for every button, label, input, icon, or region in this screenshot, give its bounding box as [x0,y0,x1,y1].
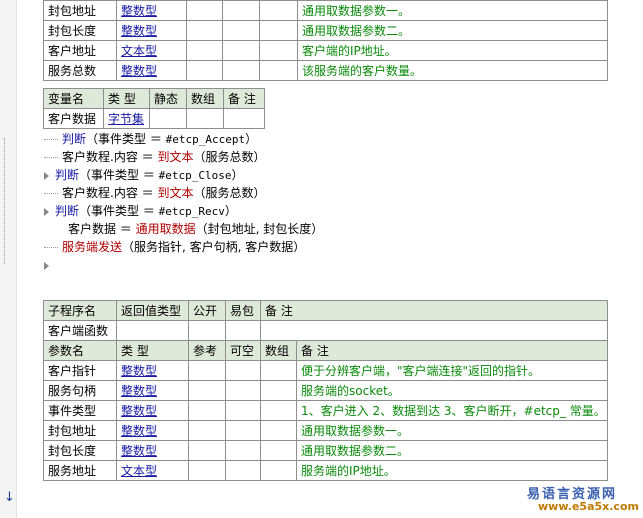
param-remark: 通用取数据参数一。 [297,0,608,21]
param-type[interactable]: 整数型 [116,360,189,381]
keyword-judge[interactable]: 判断 [62,132,86,146]
table-row: 事件类型 整数型 1、客户进入 2、数据到达 3、客户断开，#etcp_ 常量。 [43,400,608,421]
code-line[interactable]: 客户数程.内容 ＝ 到文本（服务总数） [44,148,604,166]
table-row: 服务句柄 整数型 服务端的socket。 [43,380,608,401]
watermark-url: www.e5a5x.com [538,500,639,513]
col-header: 类 型 [103,88,150,109]
col-header: 数组 [186,88,224,109]
param-remark: 服务端的IP地址。 [296,460,608,481]
param-remark: 客户端的IP地址。 [297,40,608,61]
param-type[interactable]: 整数型 [116,400,189,421]
col-header: 易包 [225,300,261,321]
param-remark: 1、客户进入 2、数据到达 3、客户断开，#etcp_ 常量。 [296,400,608,421]
flow-connector [44,247,58,248]
col-header: 备 注 [260,300,608,321]
col-header: 数组 [260,340,297,361]
code-line[interactable]: 判断（事件类型 ＝ #etcp_Close） [44,166,604,184]
table-row: 客户端函数 [43,320,608,341]
top-params-table: 封包地址 整数型 通用取数据参数一。 封包长度 整数型 通用取数据参数二。 客户… [43,0,608,81]
table-row: 封包地址 整数型 通用取数据参数一。 [43,420,608,441]
param-type[interactable]: 整数型 [116,60,187,81]
param-type[interactable]: 整数型 [116,20,187,41]
param-name: 服务总数 [43,60,117,81]
flow-guide-line [4,138,6,264]
table-row: 客户地址 文本型 客户端的IP地址。 [43,40,608,61]
col-header: 参考 [188,340,226,361]
param-remark: 通用取数据参数一。 [296,420,608,441]
param-remark: 通用取数据参数二。 [296,440,608,461]
table-row: 服务总数 整数型 该服务端的客户数量。 [43,60,608,81]
col-header: 参数名 [43,340,117,361]
col-header: 备 注 [296,340,608,361]
subroutine-table: 子程序名 返回值类型 公开 易包 备 注 客户端函数 参数名 类 型 参考 可空… [43,300,608,481]
param-type[interactable]: 文本型 [116,460,189,481]
table-row: 封包长度 整数型 通用取数据参数二。 [43,440,608,461]
param-remark: 该服务端的客户数量。 [297,60,608,81]
col-header: 静态 [149,88,187,109]
flow-connector [44,139,58,140]
col-header: 返回值类型 [116,300,189,321]
code-line[interactable]: 服务端发送（服务指针, 客户句柄, 客户数据） [44,238,604,256]
table-row: 客户数据 字节集 [43,108,265,129]
flow-arrow-icon [44,261,49,270]
table-header-row: 参数名 类 型 参考 可空 数组 备 注 [43,340,608,361]
col-header: 备 注 [223,88,265,109]
down-arrow-icon: ↓ [4,490,15,505]
param-remark: 服务端的socket。 [296,380,608,401]
table-header-row: 变量名 类 型 静态 数组 备 注 [43,88,265,109]
function-call[interactable]: 服务端发送 [62,240,122,254]
left-gutter [0,0,17,518]
param-name: 封包地址 [43,420,117,441]
param-type[interactable]: 整数型 [116,420,189,441]
table-row: 封包长度 整数型 通用取数据参数二。 [43,20,608,41]
param-name: 服务句柄 [43,380,117,401]
code-block[interactable]: 判断（事件类型 ＝ #etcp_Accept） 客户数程.内容 ＝ 到文本（服务… [44,130,604,274]
var-type[interactable]: 字节集 [103,108,150,129]
function-call[interactable]: 到文本 [157,150,193,164]
table-row: 客户指针 整数型 便于分辨客户端，"客户端连接"返回的指针。 [43,360,608,381]
var-name: 客户数据 [43,108,104,129]
keyword-judge[interactable]: 判断 [55,204,79,218]
table-row: 服务地址 文本型 服务端的IP地址。 [43,460,608,481]
col-header: 公开 [188,300,226,321]
col-header: 变量名 [43,88,104,109]
param-remark: 通用取数据参数二。 [297,20,608,41]
flow-arrow-icon [44,207,49,216]
table-row: 封包地址 整数型 通用取数据参数一。 [43,0,608,21]
code-line[interactable]: 判断（事件类型 ＝ #etcp_Recv） [44,202,604,220]
param-name: 服务地址 [43,460,117,481]
param-name: 客户指针 [43,360,117,381]
param-name: 封包地址 [43,0,117,21]
code-line[interactable]: 判断（事件类型 ＝ #etcp_Accept） [44,130,604,148]
param-name: 事件类型 [43,400,117,421]
keyword-judge[interactable]: 判断 [55,168,79,182]
function-call[interactable]: 通用取数据 [136,222,196,236]
param-name: 客户地址 [43,40,117,61]
table-header-row: 子程序名 返回值类型 公开 易包 备 注 [43,300,608,321]
flow-arrow-icon [44,171,49,180]
code-line[interactable]: 客户数程.内容 ＝ 到文本（服务总数） [44,184,604,202]
param-type[interactable]: 文本型 [116,40,187,61]
param-type[interactable]: 整数型 [116,0,187,21]
function-call[interactable]: 到文本 [157,186,193,200]
variable-table: 变量名 类 型 静态 数组 备 注 客户数据 字节集 [43,88,265,129]
col-header: 类 型 [116,340,189,361]
param-name: 封包长度 [43,20,117,41]
param-name: 封包长度 [43,440,117,461]
param-type[interactable]: 整数型 [116,380,189,401]
col-header: 子程序名 [43,300,117,321]
param-type[interactable]: 整数型 [116,440,189,461]
flow-connector [44,157,58,158]
col-header: 可空 [225,340,261,361]
code-line[interactable] [44,256,604,274]
param-remark: 便于分辨客户端，"客户端连接"返回的指针。 [296,360,608,381]
subroutine-name[interactable]: 客户端函数 [43,320,117,341]
flow-connector [44,193,58,194]
code-line[interactable]: 客户数据 ＝ 通用取数据（封包地址, 封包长度） [44,220,604,238]
